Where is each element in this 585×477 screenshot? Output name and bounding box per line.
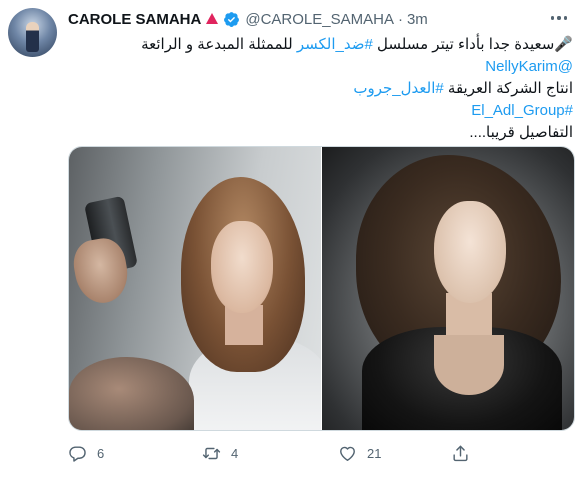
tweet-header: CAROLE SAMAHA @CAROLE_SAMAHA · 3m — [68, 9, 428, 29]
text-line: 🎤سعيدة جدا بأداء تيتر مسلسل #ضد_الكسر لل… — [73, 34, 573, 56]
like-button[interactable]: 21 — [338, 441, 381, 465]
text-line: انتاج الشركة العريقة #العدل_جروب — [73, 78, 573, 100]
photo-shape — [434, 335, 504, 395]
verified-badge-icon — [224, 11, 240, 27]
avatar[interactable] — [8, 8, 57, 57]
photo-shape — [69, 357, 194, 430]
photo-shape — [434, 201, 506, 303]
more-options-icon[interactable] — [547, 6, 571, 30]
media-grid — [68, 146, 575, 431]
timestamp[interactable]: 3m — [407, 11, 428, 28]
red-triangle-icon — [206, 13, 219, 24]
reply-button[interactable]: 6 — [68, 441, 104, 465]
like-count: 21 — [367, 445, 382, 461]
text-segment: 🎤سعيدة جدا بأداء تيتر مسلسل — [372, 36, 573, 53]
photo-singer[interactable] — [322, 147, 574, 430]
retweet-button[interactable]: 4 — [202, 441, 238, 465]
retweet-count: 4 — [231, 445, 239, 461]
avatar-figure — [26, 22, 39, 52]
share-button[interactable] — [451, 441, 470, 465]
reply-icon — [69, 445, 86, 462]
like-icon — [340, 446, 355, 461]
tweet-text: 🎤سعيدة جدا بأداء تيتر مسلسل #ضد_الكسر لل… — [73, 34, 573, 144]
retweet-icon — [202, 447, 221, 459]
text-line: #El_Adl_Group — [73, 100, 573, 122]
text-line: @NellyKarim — [73, 56, 573, 78]
action-bar: 6 4 21 — [68, 441, 575, 465]
reply-count: 6 — [97, 445, 105, 461]
photo-actress[interactable] — [69, 147, 321, 430]
author-handle[interactable]: @CAROLE_SAMAHA — [245, 11, 394, 28]
separator-dot: · — [397, 10, 403, 28]
text-segment: للممثلة المبدعة و الرائعة — [141, 36, 297, 53]
author-name[interactable]: CAROLE SAMAHA — [68, 11, 201, 28]
photo-shape — [211, 221, 273, 313]
mention-link[interactable]: @NellyKarim — [485, 58, 573, 75]
text-segment: انتاج الشركة العريقة — [443, 80, 573, 97]
hashtag-link[interactable]: #العدل_جروب — [353, 80, 443, 97]
hashtag-link[interactable]: #ضد_الكسر — [297, 36, 373, 53]
hashtag-link[interactable]: #El_Adl_Group — [471, 102, 573, 119]
text-segment: التفاصيل قريبا.... — [469, 124, 573, 141]
text-line: التفاصيل قريبا.... — [73, 122, 573, 144]
tweet[interactable]: CAROLE SAMAHA @CAROLE_SAMAHA · 3m 🎤سعيدة… — [0, 0, 585, 477]
share-icon — [453, 445, 468, 461]
